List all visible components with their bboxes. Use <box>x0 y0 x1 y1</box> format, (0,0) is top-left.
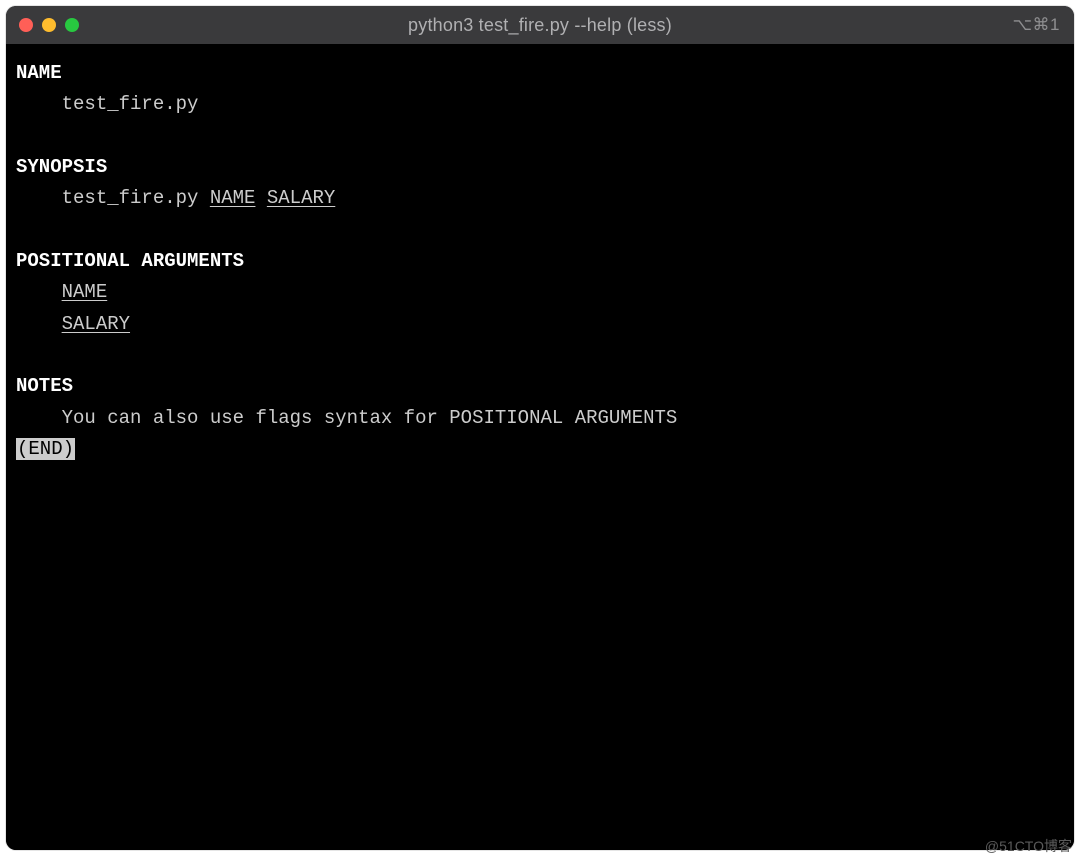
terminal-content[interactable]: NAME test_fire.py SYNOPSIS test_fire.py … <box>6 44 1074 850</box>
traffic-lights <box>6 18 79 32</box>
synopsis-arg-salary: SALARY <box>267 187 335 209</box>
maximize-icon[interactable] <box>65 18 79 32</box>
synopsis-cmd: test_fire.py <box>62 187 199 209</box>
window-title: python3 test_fire.py --help (less) <box>6 15 1074 36</box>
section-synopsis-header: SYNOPSIS <box>16 156 107 178</box>
section-notes-header: NOTES <box>16 375 73 397</box>
close-icon[interactable] <box>19 18 33 32</box>
section-name-header: NAME <box>16 62 62 84</box>
name-value: test_fire.py <box>62 93 199 115</box>
section-posargs-header: POSITIONAL ARGUMENTS <box>16 250 244 272</box>
end-marker: (END) <box>16 438 75 460</box>
notes-body: You can also use flags syntax for POSITI… <box>62 407 678 429</box>
posarg-salary: SALARY <box>62 313 130 335</box>
watermark: @51CTO博客 <box>985 836 1072 856</box>
posarg-name: NAME <box>62 281 108 303</box>
shortcut-indicator: ⌥⌘1 <box>1012 15 1074 35</box>
terminal-window: python3 test_fire.py --help (less) ⌥⌘1 N… <box>6 6 1074 850</box>
titlebar: python3 test_fire.py --help (less) ⌥⌘1 <box>6 6 1074 44</box>
synopsis-arg-name: NAME <box>210 187 256 209</box>
minimize-icon[interactable] <box>42 18 56 32</box>
